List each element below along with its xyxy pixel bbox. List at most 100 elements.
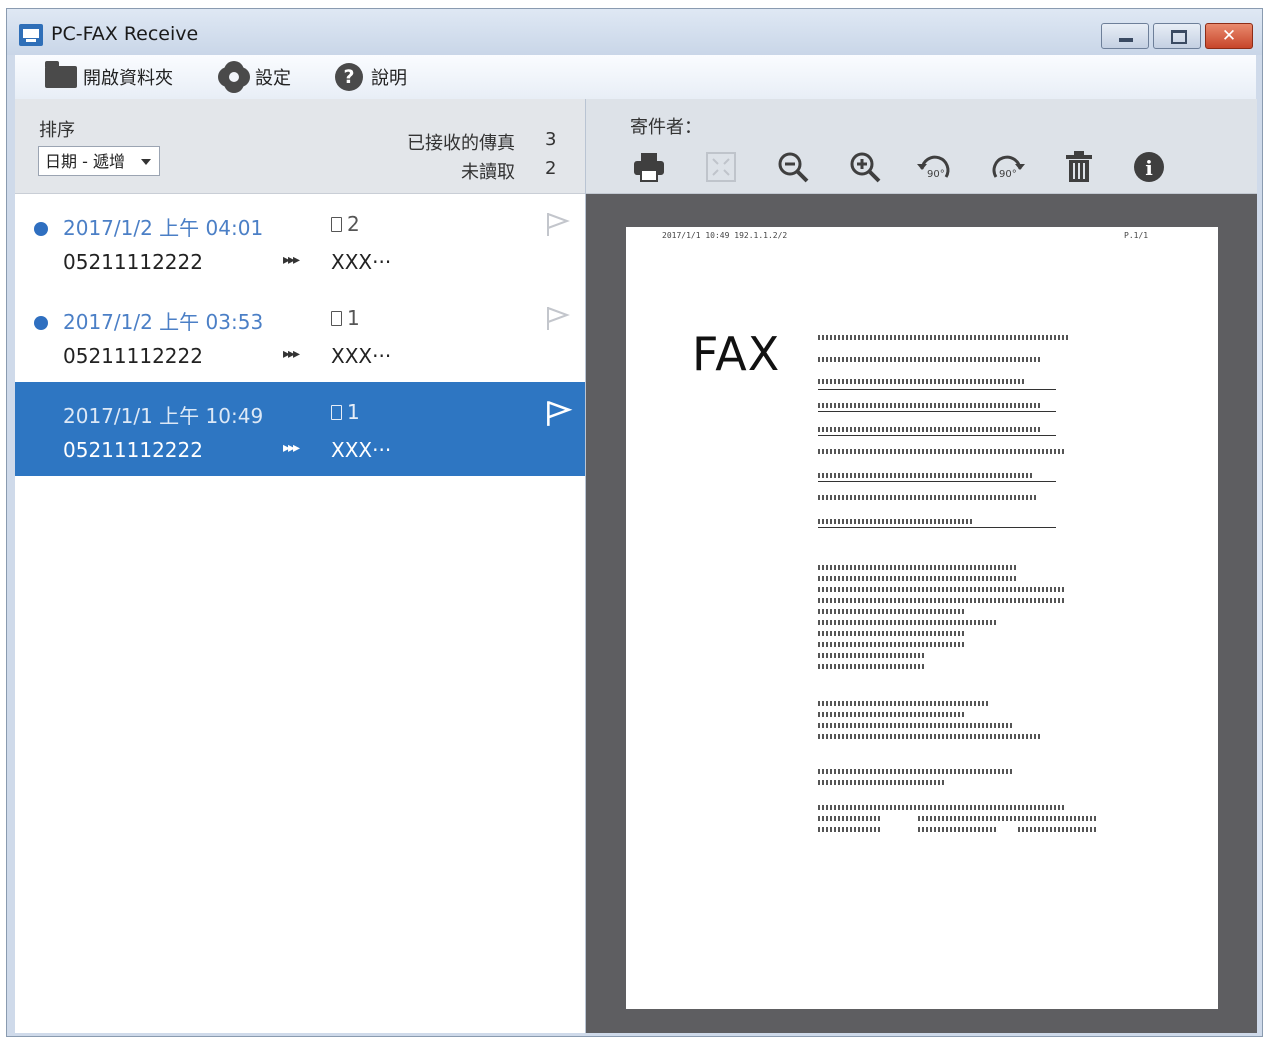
fit-page-button <box>702 149 740 185</box>
unread-dot-icon <box>34 316 48 330</box>
fit-page-icon <box>706 152 736 182</box>
unread-count-label: 未讀取 <box>461 162 515 183</box>
fax-text-line <box>818 335 1068 340</box>
close-icon: ✕ <box>1221 26 1237 46</box>
received-count-value: 3 <box>545 129 557 150</box>
fax-text-line <box>818 495 1036 500</box>
rotate-left-button[interactable]: 90° <box>916 149 954 185</box>
fax-date: 2017/1/1 上午 10:49 <box>63 404 264 428</box>
minimize-button[interactable] <box>1101 23 1149 49</box>
window-title: PC-FAX Receive <box>51 23 199 45</box>
fax-rule <box>818 411 1056 412</box>
fax-text-line <box>818 598 1066 603</box>
print-button[interactable] <box>630 149 668 185</box>
arrows-icon: ▸▸▸ <box>283 252 300 268</box>
fax-header-left: 2017/1/1 10:49 192.1.1.2/2 <box>662 231 788 240</box>
fax-text-line <box>818 519 972 524</box>
fax-text-line <box>818 357 1042 362</box>
sort-dropdown[interactable]: 日期 - 遞增 <box>38 146 160 176</box>
fax-text-line <box>818 587 1066 592</box>
fax-text-line <box>818 734 1042 739</box>
folder-icon <box>45 61 77 88</box>
fax-text-line <box>818 805 1066 810</box>
fax-rule <box>818 481 1056 482</box>
sort-label: 排序 <box>39 120 75 141</box>
fax-preview-page[interactable]: 2017/1/1 10:49 192.1.1.2/2 P.1/1 FAX <box>626 227 1218 1009</box>
page-icon <box>331 404 342 420</box>
info-icon: i <box>1134 152 1164 182</box>
arrows-icon: ▸▸▸ <box>283 346 300 362</box>
fax-text-line <box>1018 827 1096 832</box>
flag-icon[interactable] <box>543 304 571 332</box>
print-icon <box>634 153 664 182</box>
fax-text-line <box>818 576 1016 581</box>
rotate-right-button[interactable]: 90° <box>988 149 1026 185</box>
rotate-right-90-icon: 90° <box>992 155 1025 180</box>
fax-sender: XXX··· <box>331 438 392 462</box>
fax-text-line <box>818 379 1024 384</box>
fax-text-line <box>818 403 1040 408</box>
arrows-icon: ▸▸▸ <box>283 440 300 456</box>
unread-dot-icon <box>34 222 48 236</box>
fax-text-line <box>818 631 964 636</box>
fax-number: 05211112222 <box>63 344 203 368</box>
fax-text-line <box>918 816 1096 821</box>
rotate-left-label: 90° <box>927 169 945 180</box>
fax-list-item-selected[interactable]: 2017/1/1 上午 10:49 1 05211112222 ▸▸▸ XXX·… <box>15 382 585 476</box>
sort-bar: 排序 日期 - 遞增 已接收的傳真 3 未讀取 2 <box>15 99 585 194</box>
chevron-down-icon <box>141 159 151 165</box>
fax-text-line <box>818 642 964 647</box>
sort-dropdown-value: 日期 - 遞增 <box>45 152 125 171</box>
flag-icon[interactable] <box>543 398 573 428</box>
zoom-in-icon <box>850 152 881 183</box>
fax-page-count: 1 <box>331 306 360 330</box>
maximize-button[interactable] <box>1153 23 1201 49</box>
help-label: 說明 <box>371 68 407 89</box>
zoom-in-button[interactable] <box>846 149 884 185</box>
fax-list-item[interactable]: 2017/1/2 上午 03:53 1 05211112222 ▸▸▸ XXX·… <box>15 288 585 383</box>
fax-sender: XXX··· <box>331 344 392 368</box>
fax-page-count-value: 1 <box>347 400 360 424</box>
fax-number: 05211112222 <box>63 250 203 274</box>
unread-count-value: 2 <box>545 158 557 179</box>
fax-page-count-value: 2 <box>347 212 360 236</box>
fax-list-item[interactable]: 2017/1/2 上午 04:01 2 05211112222 ▸▸▸ XXX·… <box>15 194 585 289</box>
fax-text-line <box>818 664 926 669</box>
open-folder-button[interactable]: 開啟資料夾 <box>45 55 173 99</box>
delete-button[interactable] <box>1060 149 1098 185</box>
settings-label: 設定 <box>255 68 291 89</box>
page-icon <box>331 310 342 326</box>
fax-page-count-value: 1 <box>347 306 360 330</box>
flag-icon[interactable] <box>543 210 571 238</box>
fax-text-line <box>818 609 966 614</box>
fax-text-line <box>818 449 1066 454</box>
trash-icon <box>1066 151 1092 182</box>
fax-text-line <box>818 701 990 706</box>
fax-preview-title: FAX <box>692 327 781 381</box>
fax-text-line <box>818 653 926 658</box>
pc-fax-receive-window: PC-FAX Receive ✕ 開啟資料夾 設定 ? 說明 排序 日期 - 遞… <box>6 8 1263 1037</box>
open-folder-label: 開啟資料夾 <box>83 68 173 89</box>
fax-text-line <box>818 816 880 821</box>
fax-viewer-pane: 寄件者： 90° 90° i 2017/1/1 10:49 192.1.1.2/… <box>586 99 1257 1033</box>
info-glyph: i <box>1145 156 1153 180</box>
fax-rule <box>818 435 1056 436</box>
fax-page-count: 2 <box>331 212 360 236</box>
help-button[interactable]: ? 說明 <box>335 55 407 99</box>
fax-text-line <box>918 827 998 832</box>
fax-text-line <box>818 827 880 832</box>
rotate-right-label: 90° <box>999 169 1017 180</box>
fax-text-line <box>818 620 996 625</box>
settings-button[interactable]: 設定 <box>221 55 291 99</box>
zoom-out-icon <box>778 152 809 183</box>
fax-text-line <box>818 780 944 785</box>
fax-text-line <box>818 769 1014 774</box>
fax-date: 2017/1/2 上午 04:01 <box>63 216 264 240</box>
fax-text-line <box>818 723 1014 728</box>
fax-rule <box>818 527 1056 528</box>
zoom-out-button[interactable] <box>774 149 812 185</box>
title-bar[interactable]: PC-FAX Receive ✕ <box>7 9 1262 55</box>
close-button[interactable]: ✕ <box>1205 23 1253 49</box>
info-button[interactable]: i <box>1130 149 1168 185</box>
fax-text-line <box>818 427 1042 432</box>
